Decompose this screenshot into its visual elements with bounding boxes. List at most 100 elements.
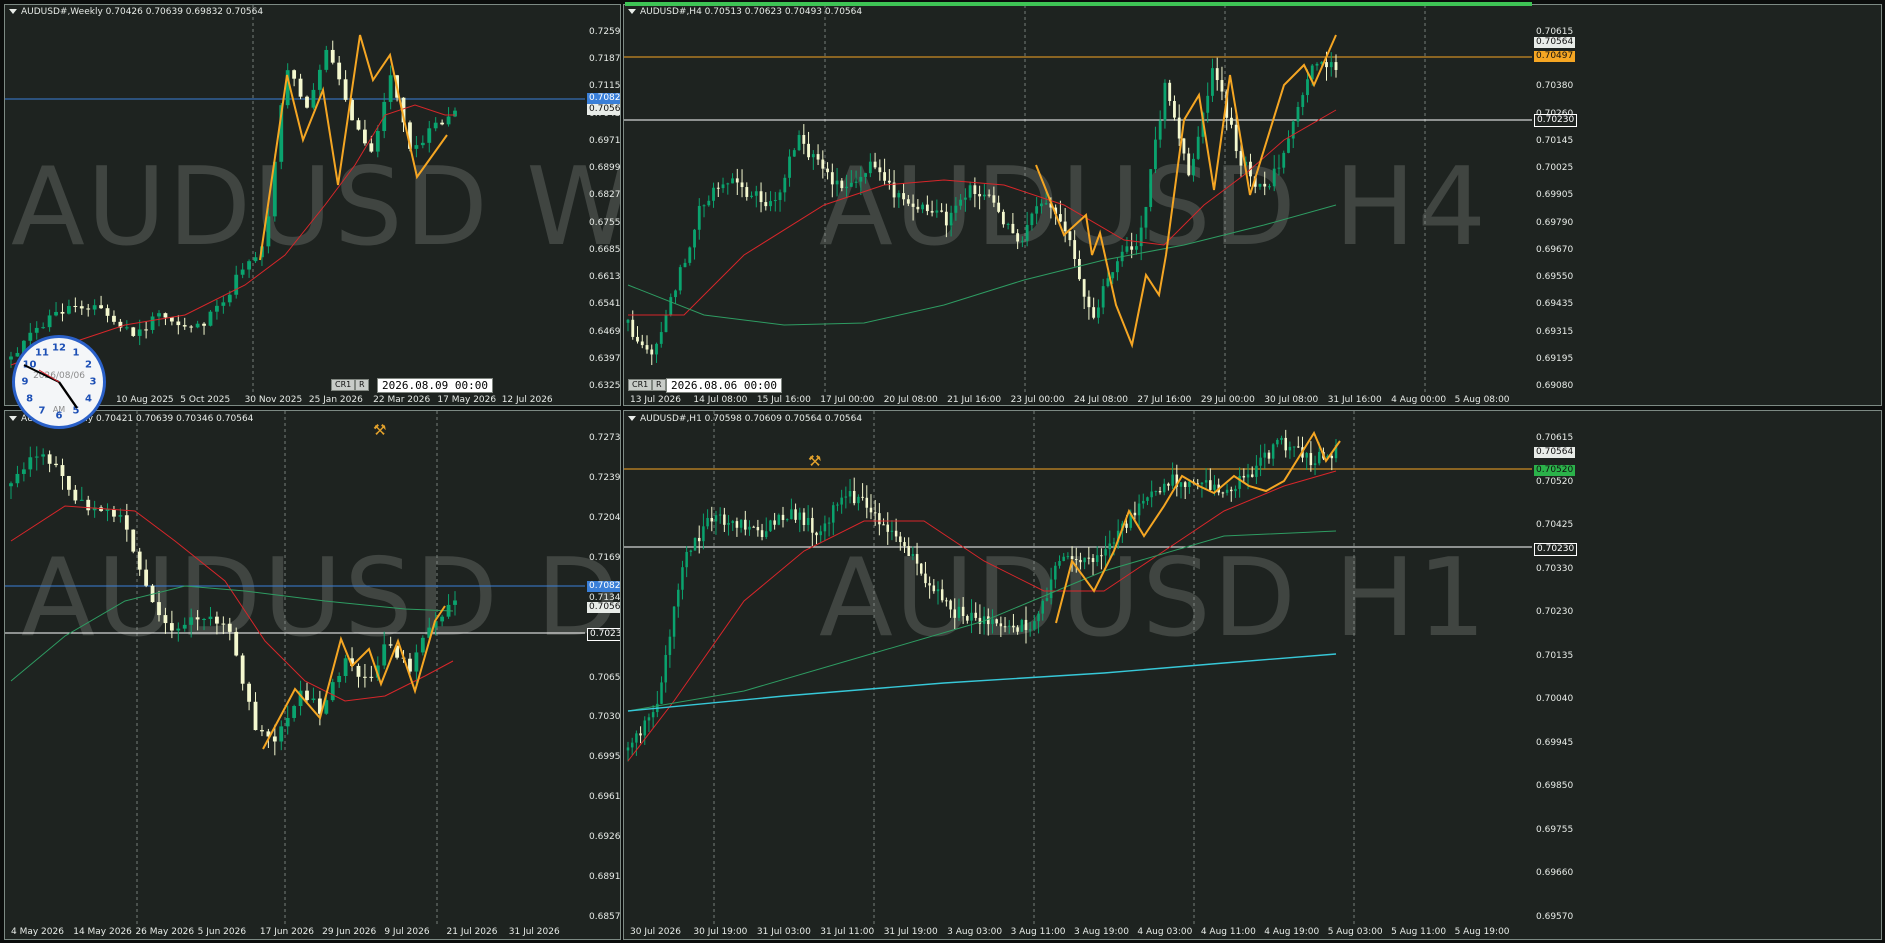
candle-body — [669, 297, 673, 316]
chart-pane-d1[interactable]: AUDUSD#,Daily 0.70421 0.70639 0.70346 0.… — [4, 410, 621, 940]
candle-body — [1206, 95, 1210, 113]
datetime-box[interactable]: 2026.08.06 00:00 — [666, 378, 782, 393]
candle-body — [631, 319, 635, 337]
candle-body — [635, 733, 638, 743]
candle-body — [882, 524, 885, 526]
candle-body — [34, 327, 39, 333]
candle-body — [1095, 555, 1099, 562]
price-axis-label: 0.63970 — [589, 353, 621, 364]
candle-body — [953, 609, 957, 618]
datetime-box[interactable]: 2026.08.09 00:00 — [377, 378, 493, 393]
candle-body — [1125, 246, 1129, 252]
candle-body — [848, 490, 852, 497]
price-axis-label: 0.69435 — [1536, 299, 1574, 310]
candle-body — [1204, 480, 1208, 483]
pin-icon[interactable]: ⚒ — [808, 452, 821, 470]
candle-body — [67, 305, 71, 314]
price-chart[interactable] — [5, 5, 585, 393]
candle-body — [961, 606, 965, 617]
candle-body — [1037, 613, 1040, 622]
candle-body — [797, 135, 801, 151]
time-axis-label: 30 Jul 2026 — [630, 927, 681, 937]
candle-body — [1173, 101, 1176, 118]
candle-body — [727, 522, 730, 525]
candle-body — [792, 150, 796, 157]
candle-body — [1104, 549, 1107, 556]
candle-body — [752, 526, 755, 528]
candle-body — [785, 519, 789, 521]
candle-body — [830, 172, 834, 185]
candle-body — [678, 267, 682, 291]
candle-body — [1221, 492, 1225, 494]
candle-body — [750, 195, 753, 197]
candle-body — [1183, 482, 1187, 487]
candle-body — [710, 517, 714, 522]
candle-body — [928, 583, 931, 586]
candle-body — [1066, 556, 1070, 558]
price-chart[interactable] — [624, 411, 1532, 924]
analog-clock: 2026/08/06 AM 12 1 2 3 4 5 6 7 8 9 10 11 — [12, 335, 106, 429]
moving-average-line — [627, 470, 1337, 762]
chart-pane-h1[interactable]: AUDUSD#,H1 0.70598 0.70609 0.70564 0.705… — [623, 410, 1882, 940]
candle-body — [356, 120, 361, 130]
candle-body — [1171, 474, 1174, 486]
candle-body — [1230, 117, 1233, 125]
r-button[interactable]: R — [652, 379, 666, 391]
cr1-button[interactable]: CR1 — [331, 379, 356, 391]
chart-pane-h4[interactable]: AUDUSD#,H4 0.70513 0.70623 0.70493 0.705… — [623, 4, 1882, 406]
candle-body — [227, 623, 232, 632]
candle-body — [137, 329, 142, 336]
time-axis-label: 3 Aug 11:00 — [1010, 927, 1066, 937]
time-axis-label: 14 May 2026 — [73, 927, 132, 937]
candle-body — [643, 720, 647, 736]
candle-body — [1200, 482, 1204, 485]
candle-body — [176, 321, 181, 326]
chart-header: AUDUSD#,Weekly 0.70426 0.70639 0.69832 0… — [9, 7, 263, 17]
candle-body — [1246, 474, 1250, 478]
price-chart[interactable] — [624, 5, 1532, 393]
pin-icon[interactable]: ⚒ — [373, 421, 386, 439]
candle-body — [202, 323, 206, 326]
collapse-triangle-icon[interactable] — [628, 9, 636, 14]
candle-body — [215, 305, 219, 312]
price-tag-current: 0.70564 — [1534, 37, 1576, 48]
price-axis-label: 0.70615 — [1536, 27, 1574, 37]
candle-body — [854, 181, 858, 183]
candle-body — [836, 504, 839, 506]
time-axis-label: 31 Jul 19:00 — [883, 927, 938, 937]
candle-body — [840, 497, 843, 505]
candle-body — [651, 712, 655, 718]
collapse-triangle-icon[interactable] — [628, 416, 636, 421]
candle-body — [221, 302, 226, 306]
candle-body — [337, 676, 342, 683]
candle-body — [1025, 225, 1029, 241]
candle-body — [1125, 523, 1128, 528]
candle-body — [626, 747, 630, 751]
candle-body — [1144, 206, 1148, 228]
candle-body — [1101, 286, 1105, 308]
candle-body — [118, 515, 123, 517]
price-chart[interactable] — [5, 411, 585, 924]
candle-body — [716, 187, 720, 189]
candle-body — [811, 154, 815, 158]
candle-body — [253, 701, 258, 731]
chart-header: AUDUSD#,H1 0.70598 0.70609 0.70564 0.705… — [628, 414, 862, 424]
collapse-triangle-icon[interactable] — [9, 9, 17, 14]
candle-body — [1239, 151, 1243, 166]
candle-body — [1287, 138, 1290, 153]
price-tag-current: 0.70564 — [1534, 447, 1576, 458]
candle-body — [208, 616, 213, 620]
r-button[interactable]: R — [355, 379, 369, 391]
candle-body — [1011, 223, 1015, 234]
candle-body — [1077, 258, 1081, 280]
moving-average-line — [10, 104, 455, 366]
candle-body — [978, 193, 982, 197]
candle-body — [944, 211, 948, 226]
cr1-button[interactable]: CR1 — [628, 379, 653, 391]
candle-body — [54, 311, 58, 316]
candle-body — [865, 497, 869, 508]
candle-body — [992, 195, 996, 203]
candle-body — [999, 623, 1003, 627]
time-axis-label: 9 Jul 2026 — [384, 927, 430, 937]
candle-body — [1049, 579, 1053, 599]
